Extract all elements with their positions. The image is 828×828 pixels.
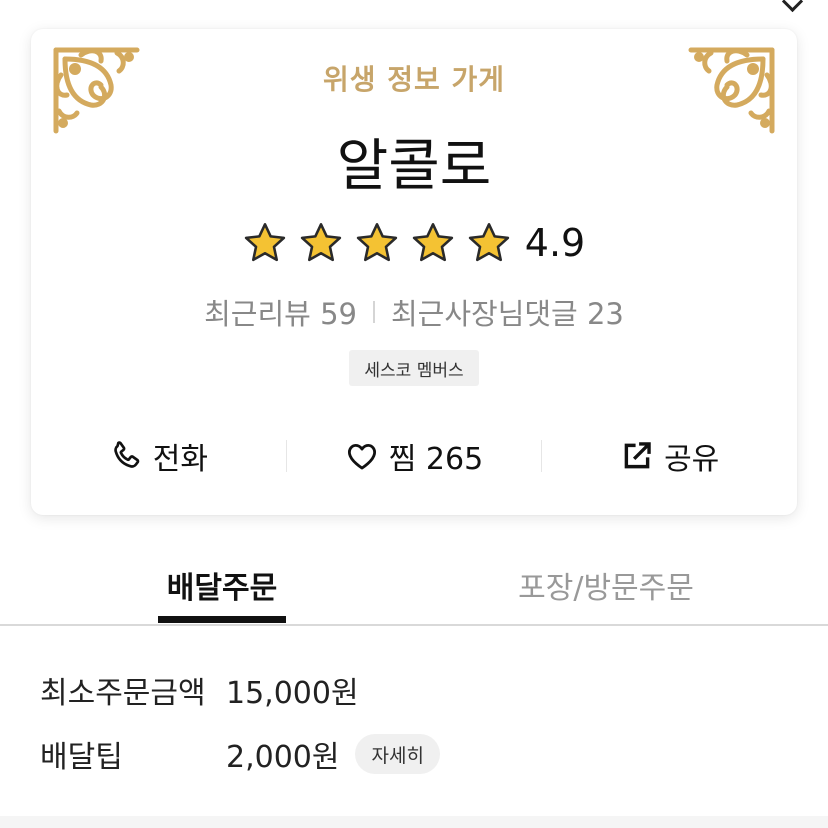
- order-type-tabs: 배달주문 포장/방문주문: [0, 545, 828, 626]
- divider: [372, 301, 375, 323]
- delivery-info-section: 최소주문금액 15,000원 배달팁 2,000원 자세히: [0, 626, 828, 816]
- hygiene-info-title: 위생 정보 가게: [322, 63, 506, 96]
- star-icon: [356, 223, 397, 262]
- star-icon: [468, 223, 509, 262]
- star-icon: [244, 223, 285, 262]
- star-icon: [412, 223, 453, 262]
- detail-button[interactable]: 자세히: [355, 734, 440, 774]
- heart-icon: [347, 443, 376, 470]
- share-icon: [624, 442, 651, 469]
- recent-owner-replies-link[interactable]: 최근사장님댓글 23: [391, 291, 624, 333]
- min-order-value: 15,000원: [226, 676, 359, 711]
- chevron-down-icon[interactable]: [781, 0, 804, 13]
- min-order-row: 최소주문금액 15,000원: [40, 668, 359, 712]
- tab-pickup-order[interactable]: 포장/방문주문: [486, 563, 726, 607]
- call-label: 전화: [152, 442, 208, 477]
- active-tab-indicator: [158, 616, 286, 623]
- store-name: 알콜로: [336, 134, 492, 199]
- share-label: 공유: [664, 442, 720, 477]
- store-header-area: 위생 정보 가게 알콜로 4.9 최근리뷰 59 최근사장님댓글 23 세스코 …: [0, 0, 828, 626]
- star-icon: [300, 223, 341, 262]
- delivery-tip-label: 배달팁: [40, 740, 123, 775]
- call-button[interactable]: 전화: [31, 429, 286, 483]
- recent-reviews-link[interactable]: 최근리뷰 59: [204, 291, 357, 333]
- min-order-label: 최소주문금액: [40, 676, 206, 711]
- favorite-label: 찜 265: [388, 442, 484, 477]
- rating-row[interactable]: 4.9: [31, 221, 797, 265]
- favorite-button[interactable]: 찜 265: [287, 429, 542, 483]
- rating-value: 4.9: [524, 221, 586, 265]
- share-button[interactable]: 공유: [542, 429, 797, 483]
- review-counts-row: 최근리뷰 59 최근사장님댓글 23: [31, 291, 797, 333]
- delivery-tip-value: 2,000원: [226, 740, 340, 775]
- rating-stars: [243, 221, 511, 265]
- store-actions: 전화 찜 265 공유: [31, 429, 797, 483]
- store-info-card: 위생 정보 가게 알콜로 4.9 최근리뷰 59 최근사장님댓글 23 세스코 …: [31, 29, 797, 515]
- tab-delivery-order[interactable]: 배달주문: [158, 563, 286, 607]
- phone-icon: [113, 441, 140, 468]
- member-badge: 세스코 멤버스: [349, 350, 479, 386]
- delivery-tip-row: 배달팁 2,000원 자세히: [40, 732, 440, 776]
